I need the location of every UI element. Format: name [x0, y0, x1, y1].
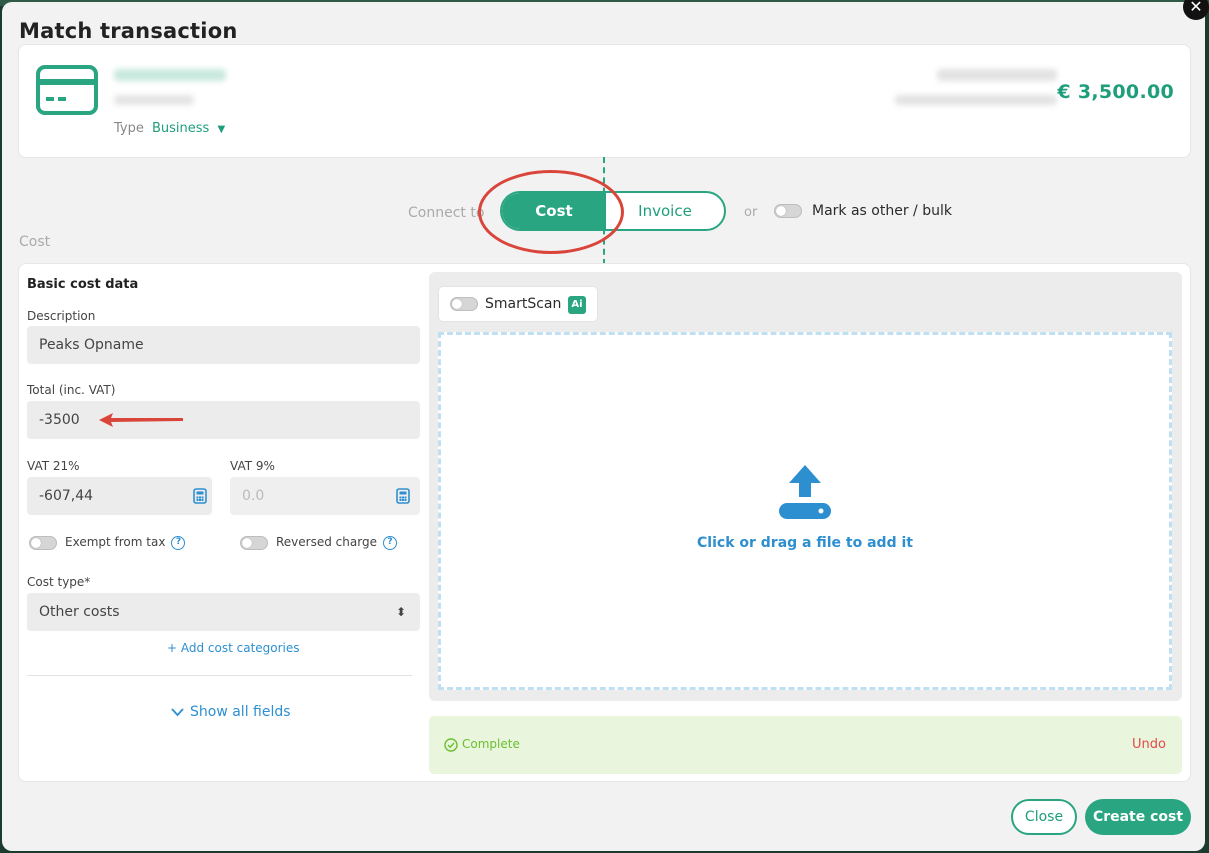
vat21-field[interactable]: -607,44	[27, 477, 212, 515]
sort-arrows-icon: ⬍	[395, 605, 406, 619]
exempt-tax-label: Exempt from tax	[65, 535, 166, 549]
credit-card-icon	[36, 65, 98, 115]
transaction-detail-blurred	[895, 95, 1057, 105]
file-dropzone[interactable]: Click or drag a file to add it	[438, 332, 1172, 690]
dropzone-text: Click or drag a file to add it	[697, 535, 913, 551]
ai-badge: Ai	[568, 296, 586, 314]
vat9-label: VAT 9%	[230, 459, 275, 473]
basic-cost-form: Basic cost data Description Peaks Opname…	[27, 264, 423, 781]
total-field[interactable]: -3500	[27, 401, 420, 439]
divider	[27, 675, 412, 676]
cost-type-value: Other costs	[39, 604, 120, 620]
transaction-date-blurred	[937, 69, 1057, 81]
upload-area: SmartScan Ai Click or drag a file to add…	[429, 272, 1182, 701]
reversed-charge-toggle[interactable]	[240, 536, 268, 550]
cost-type-label: Cost type*	[27, 575, 91, 589]
complete-label: Complete	[462, 737, 520, 751]
close-icon[interactable]: ✕	[1183, 0, 1209, 20]
upload-icon	[779, 465, 831, 519]
add-cost-categories-link[interactable]: + Add cost categories	[167, 641, 300, 655]
caret-down-icon[interactable]: ▼	[217, 124, 225, 135]
mark-other-label: Mark as other / bulk	[812, 203, 952, 219]
type-row: Type Business ▼	[114, 121, 225, 136]
type-label: Type	[114, 121, 144, 136]
undo-button[interactable]: Undo	[1132, 737, 1166, 752]
cost-panel: Basic cost data Description Peaks Opname…	[18, 263, 1191, 782]
calculator-icon[interactable]	[396, 488, 410, 504]
close-button[interactable]: Close	[1011, 799, 1077, 835]
complete-status: Complete	[444, 737, 520, 752]
check-circle-icon	[444, 737, 458, 752]
smartscan-control: SmartScan Ai	[438, 286, 598, 322]
exempt-tax-row: Exempt from tax?	[65, 535, 186, 550]
annotation-ellipse	[478, 170, 624, 254]
mark-other-toggle[interactable]	[774, 204, 802, 218]
create-cost-button[interactable]: Create cost	[1085, 799, 1191, 835]
smartscan-toggle[interactable]	[450, 297, 478, 311]
or-label: or	[744, 205, 758, 220]
status-bar: Complete Undo	[429, 716, 1182, 774]
description-label: Description	[27, 309, 96, 323]
help-icon[interactable]: ?	[382, 535, 397, 550]
help-icon[interactable]: ?	[171, 535, 186, 550]
connect-to-label: Connect to	[408, 205, 485, 221]
total-label: Total (inc. VAT)	[27, 383, 116, 397]
show-all-fields-label: Show all fields	[190, 704, 291, 720]
modal-title: Match transaction	[19, 19, 238, 43]
description-field[interactable]: Peaks Opname	[27, 326, 420, 364]
counterparty-iban-blurred	[114, 95, 194, 105]
reversed-charge-label: Reversed charge	[276, 535, 377, 549]
cost-type-select[interactable]: Other costs ⬍	[27, 593, 420, 631]
calculator-icon[interactable]	[193, 488, 207, 504]
exempt-tax-toggle[interactable]	[29, 536, 57, 550]
reversed-charge-row: Reversed charge?	[276, 535, 397, 550]
show-all-fields-link[interactable]: Show all fields	[171, 704, 291, 720]
annotation-arrow-icon	[99, 413, 183, 427]
smartscan-label: SmartScan	[485, 296, 562, 312]
basic-cost-title: Basic cost data	[27, 277, 139, 292]
match-transaction-modal: Match transaction Type Business ▼ € 3,50…	[2, 2, 1205, 851]
type-dropdown[interactable]: Business	[152, 121, 209, 136]
transaction-card: Type Business ▼ € 3,500.00	[18, 44, 1191, 158]
cost-heading: Cost	[19, 234, 51, 250]
transaction-amount: € 3,500.00	[1057, 81, 1174, 103]
chevron-down-icon	[171, 707, 184, 716]
counterparty-name-blurred	[114, 69, 226, 81]
vat21-label: VAT 21%	[27, 459, 80, 473]
vat9-field[interactable]: 0.0	[230, 477, 420, 515]
